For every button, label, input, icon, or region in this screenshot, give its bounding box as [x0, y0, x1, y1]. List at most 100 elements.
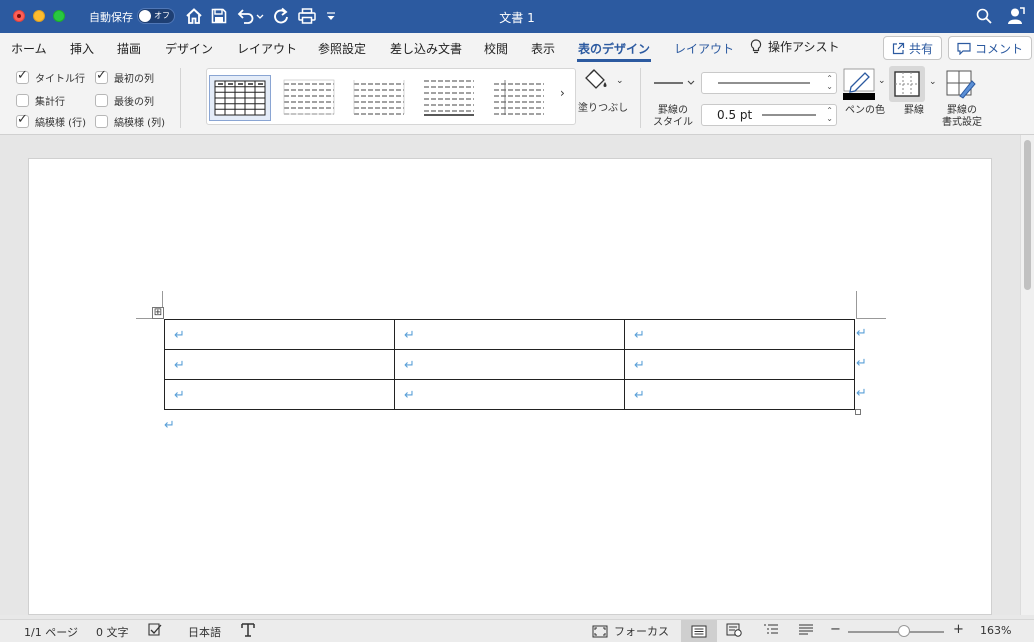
tab-references[interactable]: 参照設定 — [318, 40, 366, 57]
web-layout-icon — [726, 623, 742, 637]
print-layout-view-button[interactable] — [681, 620, 717, 642]
table-cell[interactable]: ↵ — [394, 379, 625, 410]
table-style-plain-2[interactable] — [349, 75, 411, 121]
title-row-checkbox[interactable] — [16, 68, 29, 84]
outline-view-button[interactable] — [763, 623, 779, 640]
tab-layout[interactable]: レイアウト — [237, 40, 297, 57]
account-icon[interactable] — [1006, 6, 1026, 26]
table-move-handle[interactable]: ⊞ — [152, 307, 164, 319]
comment-button[interactable]: コメント — [948, 36, 1033, 60]
tab-home[interactable]: ホーム — [11, 40, 47, 57]
line-weight-spinner[interactable]: ⌃ ⌄ — [826, 107, 833, 123]
tab-insert[interactable]: 挿入 — [70, 40, 94, 57]
home-icon[interactable] — [184, 6, 204, 26]
table-cell[interactable]: ↵ — [624, 379, 855, 410]
comment-label: コメント — [975, 41, 1024, 56]
tell-me-label: 操作アシスト — [768, 40, 840, 54]
autosave-toggle[interactable]: オフ — [137, 8, 175, 24]
proofing-icon[interactable] — [148, 622, 166, 641]
customize-toolbar-icon[interactable] — [324, 6, 338, 26]
table-cell[interactable]: ↵ — [164, 319, 395, 350]
crop-mark — [856, 291, 857, 319]
gallery-more-arrow[interactable]: › — [560, 86, 565, 100]
print-layout-icon — [691, 625, 707, 638]
zoom-slider-knob[interactable] — [898, 625, 910, 637]
border-styles-dropdown[interactable] — [651, 72, 697, 94]
table-cell[interactable]: ↵ — [164, 349, 395, 380]
zoom-window-button[interactable] — [53, 10, 65, 22]
table-style-plain-3[interactable] — [419, 75, 481, 121]
web-layout-view-button[interactable] — [726, 623, 742, 640]
table-cell[interactable]: ↵ — [394, 349, 625, 380]
word-count[interactable]: 0 文字 — [96, 624, 129, 640]
borders-icon — [894, 71, 920, 97]
border-format-button[interactable] — [946, 70, 976, 102]
focus-button[interactable]: フォーカス — [592, 623, 669, 639]
table-row: ↵ ↵ ↵ — [164, 319, 855, 350]
share-button[interactable]: 共有 — [883, 36, 943, 60]
table-cell[interactable]: ↵ — [164, 379, 395, 410]
shading-button[interactable]: ⌄ — [584, 68, 628, 98]
paragraph-mark: ↵ — [404, 328, 415, 343]
tab-table-design[interactable]: 表のデザイン — [578, 40, 650, 57]
language-indicator[interactable]: 日本語 — [188, 624, 221, 640]
row-end-mark: ↵ — [856, 356, 867, 371]
save-icon[interactable] — [209, 6, 229, 26]
borders-button[interactable]: ⌄ — [889, 66, 939, 104]
outline-icon — [764, 624, 778, 634]
accessibility-icon[interactable] — [240, 622, 256, 641]
zoom-in-button[interactable]: + — [953, 622, 964, 637]
autosave-label: 自動保存 — [89, 11, 133, 24]
minimize-window-button[interactable] — [33, 10, 45, 22]
search-icon[interactable] — [974, 6, 994, 26]
zoom-level[interactable]: 163% — [980, 624, 1011, 637]
zoom-out-button[interactable]: − — [830, 622, 841, 637]
last-column-option[interactable]: 最後の列 — [95, 93, 154, 108]
ribbon-separator — [180, 68, 181, 128]
tab-view[interactable]: 表示 — [531, 40, 555, 57]
tab-review[interactable]: 校閲 — [484, 40, 508, 57]
table-cell[interactable]: ↵ — [624, 349, 855, 380]
banded-rows-option[interactable]: 縞模様 (行) — [16, 112, 86, 129]
line-style-spinner[interactable]: ⌃ ⌄ — [826, 75, 833, 91]
table-resize-handle[interactable] — [855, 409, 861, 415]
document-table[interactable]: ↵ ↵ ↵ ↵ ↵ ↵ ↵ ↵ ↵ — [164, 319, 855, 410]
pen-color-button[interactable]: ⌄ — [843, 68, 889, 102]
total-row-checkbox[interactable] — [16, 94, 29, 107]
last-column-checkbox[interactable] — [95, 94, 108, 107]
banded-rows-label: 縞模様 (行) — [35, 118, 86, 129]
toggle-knob — [139, 10, 151, 22]
page-count[interactable]: 1/1 ページ — [24, 624, 78, 640]
line-style-dropdown[interactable]: ⌃ ⌄ — [701, 72, 837, 94]
banded-columns-checkbox[interactable] — [95, 115, 108, 128]
print-icon[interactable] — [297, 6, 317, 26]
first-column-option[interactable]: 最初の列 — [95, 68, 154, 85]
table-style-plain-4[interactable] — [489, 75, 551, 121]
line-weight-dropdown[interactable]: 0.5 pt ⌃ ⌄ — [701, 104, 837, 126]
banded-columns-option[interactable]: 縞模様 (列) — [95, 114, 165, 129]
tab-table-layout[interactable]: レイアウト — [674, 40, 734, 57]
first-column-checkbox[interactable] — [95, 68, 108, 84]
table-cell[interactable]: ↵ — [624, 319, 855, 350]
table-row: ↵ ↵ ↵ — [164, 379, 855, 410]
tab-draw[interactable]: 描画 — [117, 40, 141, 57]
scrollbar-thumb[interactable] — [1024, 140, 1031, 290]
comment-icon — [957, 42, 971, 55]
tell-me-assist[interactable]: 操作アシスト — [750, 38, 840, 55]
tab-design[interactable]: デザイン — [165, 40, 213, 57]
vertical-scrollbar[interactable] — [1020, 135, 1034, 615]
table-style-grid[interactable] — [209, 75, 271, 121]
banded-rows-checkbox[interactable] — [16, 112, 29, 128]
undo-icon[interactable] — [235, 6, 265, 26]
zoom-slider[interactable] — [848, 631, 944, 633]
redo-icon[interactable] — [271, 6, 291, 26]
close-window-button[interactable] — [13, 10, 25, 22]
tab-mailings[interactable]: 差し込み文書 — [390, 40, 462, 57]
paint-bucket-icon — [585, 69, 607, 89]
total-row-option[interactable]: 集計行 — [16, 93, 65, 108]
table-style-plain-1[interactable] — [279, 75, 341, 121]
draft-view-button[interactable] — [798, 623, 814, 640]
paragraph-mark: ↵ — [174, 358, 185, 373]
title-row-option[interactable]: タイトル行 — [16, 68, 85, 85]
table-cell[interactable]: ↵ — [394, 319, 625, 350]
